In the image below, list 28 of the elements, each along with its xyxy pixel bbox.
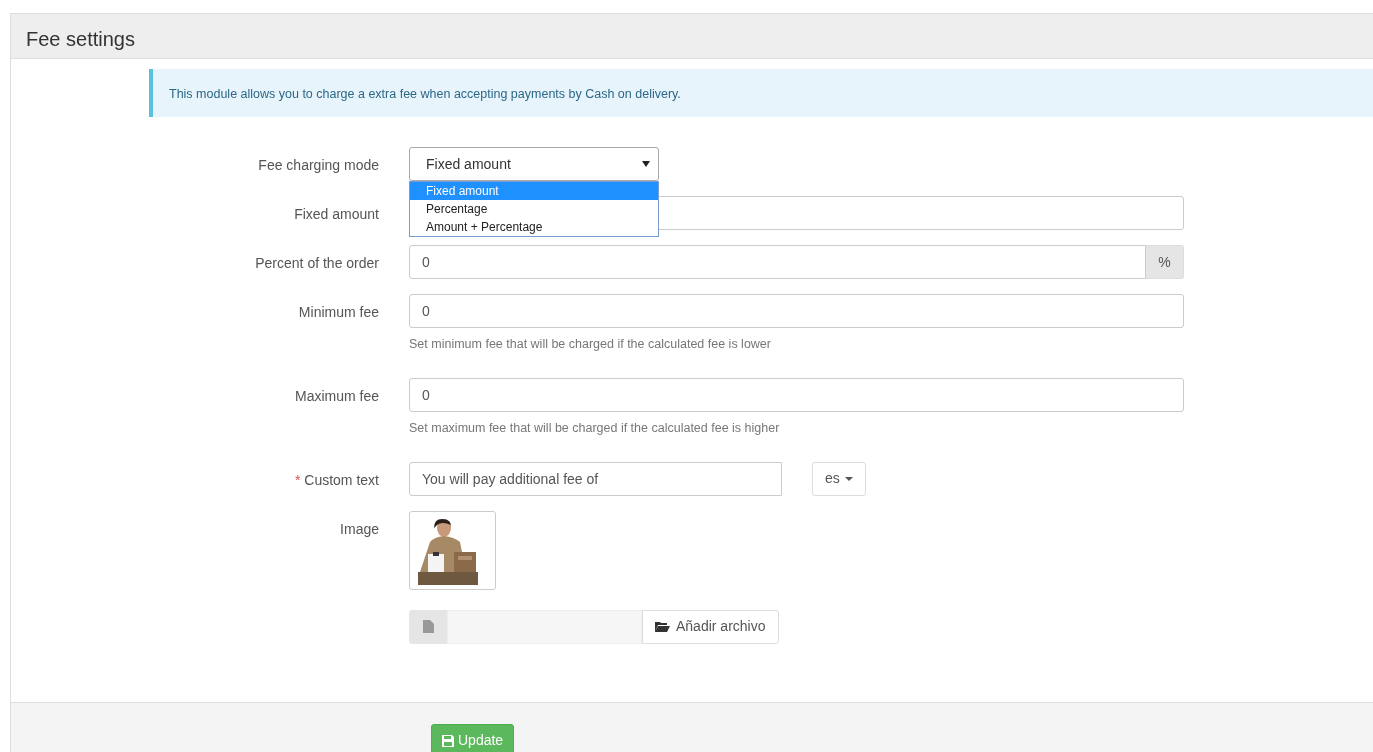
add-file-button[interactable]: Añadir archivo: [642, 609, 779, 644]
input-field[interactable]: 0: [409, 294, 1184, 328]
help-text: Set maximum fee that will be charged if the calculated fee is higher: [409, 419, 781, 437]
help-text: Set minimum fee that will be charged if the calculated fee is lower: [409, 336, 772, 353]
file-name-field[interactable]: [447, 609, 642, 644]
select-field[interactable]: Fixed amount: [409, 147, 659, 181]
field-label: Maximum fee: [294, 387, 379, 404]
field-label: Fee charging mode: [258, 157, 379, 173]
field-label: Custom text: [304, 471, 379, 488]
field-label: Fixed amount: [294, 206, 379, 222]
input-field[interactable]: You will pay additional fee of: [409, 461, 782, 496]
caret-icon: [844, 476, 853, 481]
dropdown-option[interactable]: Amount + Percentage: [410, 218, 658, 236]
caret-icon: [642, 161, 650, 167]
input-field[interactable]: 0: [409, 245, 1146, 279]
input-addon: %: [1146, 245, 1184, 279]
save-icon: [442, 734, 454, 747]
field-label: Minimum fee: [298, 304, 379, 320]
dropdown-option[interactable]: Percentage: [410, 200, 658, 218]
field-label: Percent of the order: [255, 255, 379, 271]
folder-icon: [655, 621, 670, 632]
info-alert: This module allows you to charge a extra fee when accepting payments by Cash on delivery.: [149, 69, 1373, 117]
language-dropdown[interactable]: es: [812, 461, 866, 496]
input-field[interactable]: 0: [409, 377, 1184, 412]
panel-title: Fee settings: [11, 14, 1373, 59]
required-mark: *: [294, 471, 302, 488]
file-icon: [422, 620, 434, 633]
field-label: Image: [340, 520, 379, 537]
